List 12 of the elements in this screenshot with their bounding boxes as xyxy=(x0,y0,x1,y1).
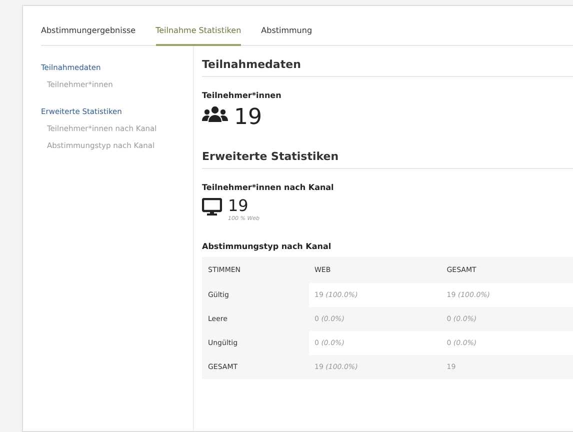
stat-value: 19 xyxy=(234,106,262,130)
users-icon xyxy=(202,106,228,124)
monitor-icon xyxy=(202,198,222,216)
section-title: Teilnahmedaten xyxy=(202,58,573,77)
tab[interactable]: Teilnahme Statistiken xyxy=(156,26,242,46)
block-title: Teilnehmer*innen nach Kanal xyxy=(202,183,335,192)
tab[interactable]: Abstimmung xyxy=(261,26,312,46)
tab[interactable]: Abstimmungergebnisse xyxy=(41,26,136,46)
block-title: Teilnehmer*innen xyxy=(202,91,282,100)
stat-value: 19 xyxy=(228,198,250,214)
section-title: Erweiterte Statistiken xyxy=(202,150,573,169)
block-title: Abstimmungstyp nach Kanal xyxy=(202,242,332,251)
